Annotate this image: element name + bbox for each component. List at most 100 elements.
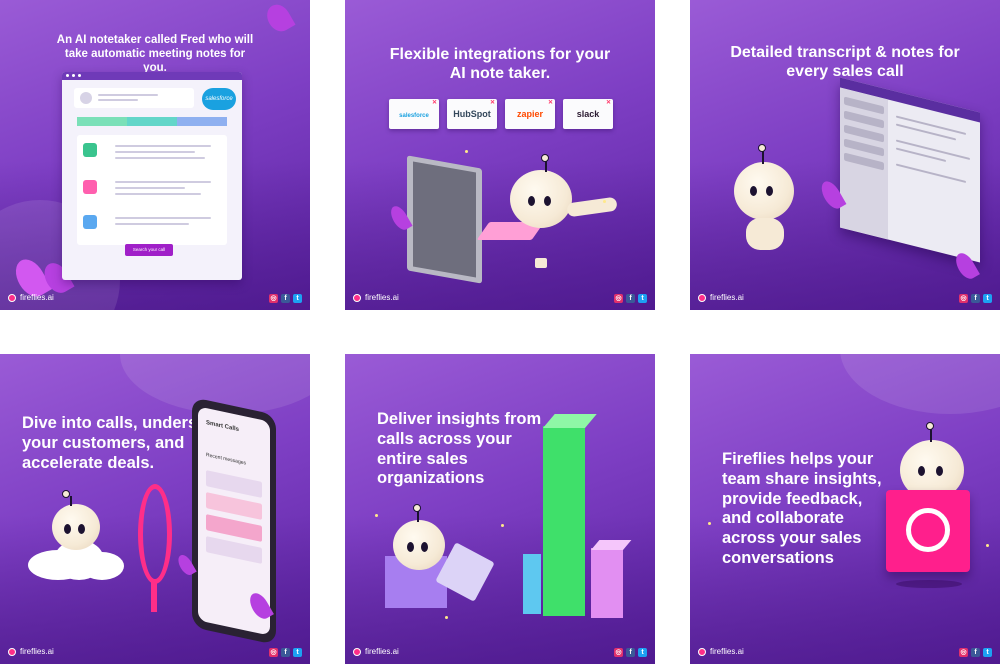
fireflies-logo-icon <box>698 293 706 302</box>
fireflies-card <box>886 490 970 572</box>
fred-mascot <box>510 170 572 228</box>
facebook-icon[interactable]: f <box>626 294 635 303</box>
twitter-icon[interactable]: t <box>293 648 302 657</box>
tile-team-collaboration: Fireflies helps your team share insights… <box>690 354 1000 664</box>
integration-slack[interactable]: slack ✕ <box>563 99 613 129</box>
fred-mascot <box>734 162 794 220</box>
brand-footer[interactable]: fireflies.ai <box>353 647 399 656</box>
phone-title: Smart Calls <box>206 420 240 434</box>
avatar-icon <box>80 92 92 104</box>
notes-panel <box>77 135 227 245</box>
facebook-icon[interactable]: f <box>626 648 635 657</box>
pink-bar <box>591 548 623 618</box>
antenna-ball <box>926 422 934 430</box>
tile-heading: Flexible integrations for your AI note t… <box>389 46 611 83</box>
instagram-icon[interactable]: ◎ <box>959 648 968 657</box>
brand-name: fireflies.ai <box>710 647 744 656</box>
twitter-icon[interactable]: t <box>983 648 992 657</box>
text-placeholder <box>115 145 211 147</box>
instagram-icon[interactable]: ◎ <box>269 648 278 657</box>
step-2 <box>127 117 177 126</box>
contact-card <box>74 88 194 108</box>
tile-heading: Detailed transcript & notes for every sa… <box>730 44 960 81</box>
social-links: ◎ f t <box>959 648 992 657</box>
text-placeholder <box>115 151 195 153</box>
magnifier-icon <box>138 484 172 584</box>
eye <box>407 542 414 552</box>
card-shadow <box>896 580 962 588</box>
tile-heading: Fireflies helps your team share insights… <box>722 450 882 567</box>
eye <box>78 524 85 534</box>
magnifier-handle <box>151 582 157 612</box>
instagram-icon[interactable]: ◎ <box>959 294 968 303</box>
fred-mascot <box>52 504 100 550</box>
eye <box>544 196 551 206</box>
twitter-icon[interactable]: t <box>293 294 302 303</box>
search-call-button[interactable]: Search your call <box>125 244 173 256</box>
social-links: ◎ f t <box>614 294 647 303</box>
sparkle <box>986 544 989 547</box>
blue-bar <box>523 554 541 614</box>
antenna-ball <box>62 490 70 498</box>
brand-footer[interactable]: fireflies.ai <box>353 293 399 302</box>
antenna <box>762 150 764 164</box>
social-links: ◎ f t <box>269 294 302 303</box>
brand-footer[interactable]: fireflies.ai <box>8 647 54 656</box>
close-icon[interactable]: ✕ <box>432 99 437 107</box>
eye <box>528 196 535 206</box>
text-placeholder <box>896 163 966 183</box>
salesforce-badge: salesforce <box>202 88 236 110</box>
social-links: ◎ f t <box>959 294 992 303</box>
instagram-icon[interactable]: ◎ <box>614 648 623 657</box>
brand-name: fireflies.ai <box>365 647 399 656</box>
twitter-icon[interactable]: t <box>983 294 992 303</box>
instagram-icon[interactable]: ◎ <box>269 294 278 303</box>
fireflies-logo-icon <box>8 293 16 302</box>
tile-transcript: Detailed transcript & notes for every sa… <box>690 0 1000 310</box>
monitor-illustration <box>407 155 482 284</box>
close-icon[interactable]: ✕ <box>490 99 495 107</box>
social-links: ◎ f t <box>614 648 647 657</box>
facebook-icon[interactable]: f <box>971 294 980 303</box>
leaf-icon <box>262 0 296 36</box>
mail-icon <box>83 180 97 194</box>
facebook-icon[interactable]: f <box>971 648 980 657</box>
transcript-sidebar <box>840 87 888 240</box>
facebook-icon[interactable]: f <box>281 294 290 303</box>
decor-blob <box>840 354 1000 414</box>
eye <box>64 524 71 534</box>
twitter-icon[interactable]: t <box>638 294 647 303</box>
coffee-cup-icon <box>535 258 547 268</box>
monitor-screen <box>413 161 476 278</box>
eye <box>750 186 757 196</box>
eye <box>421 542 428 552</box>
eye <box>936 466 943 476</box>
window-dot-icon <box>66 74 69 77</box>
sparkle <box>445 616 448 619</box>
integration-salesforce[interactable]: salesforce ✕ <box>389 99 439 129</box>
cloud <box>80 552 124 580</box>
text-placeholder <box>896 123 956 141</box>
brand-name: fireflies.ai <box>365 293 399 302</box>
fred-body <box>746 218 784 250</box>
text-placeholder <box>98 99 138 101</box>
fireflies-logo-icon <box>8 647 16 656</box>
facebook-icon[interactable]: f <box>281 648 290 657</box>
phone-subtitle: Recent messages <box>206 452 247 467</box>
integration-zapier[interactable]: zapier ✕ <box>505 99 555 129</box>
sparkle <box>465 150 468 153</box>
brand-footer[interactable]: fireflies.ai <box>8 293 54 302</box>
close-icon[interactable]: ✕ <box>606 99 611 107</box>
brand-footer[interactable]: fireflies.ai <box>698 293 744 302</box>
instagram-icon[interactable]: ◎ <box>614 294 623 303</box>
app-window-mockup: salesforce Search your call <box>62 72 242 280</box>
fireflies-logo-icon <box>353 293 361 302</box>
fred-mascot <box>393 520 445 570</box>
step-1 <box>77 117 127 126</box>
fireflies-logo-icon <box>906 508 950 552</box>
brand-footer[interactable]: fireflies.ai <box>698 647 744 656</box>
integration-hubspot[interactable]: HubSpot ✕ <box>447 99 497 129</box>
twitter-icon[interactable]: t <box>638 648 647 657</box>
close-icon[interactable]: ✕ <box>548 99 553 107</box>
tile-heading: An AI notetaker called Fred who will tak… <box>56 34 254 74</box>
